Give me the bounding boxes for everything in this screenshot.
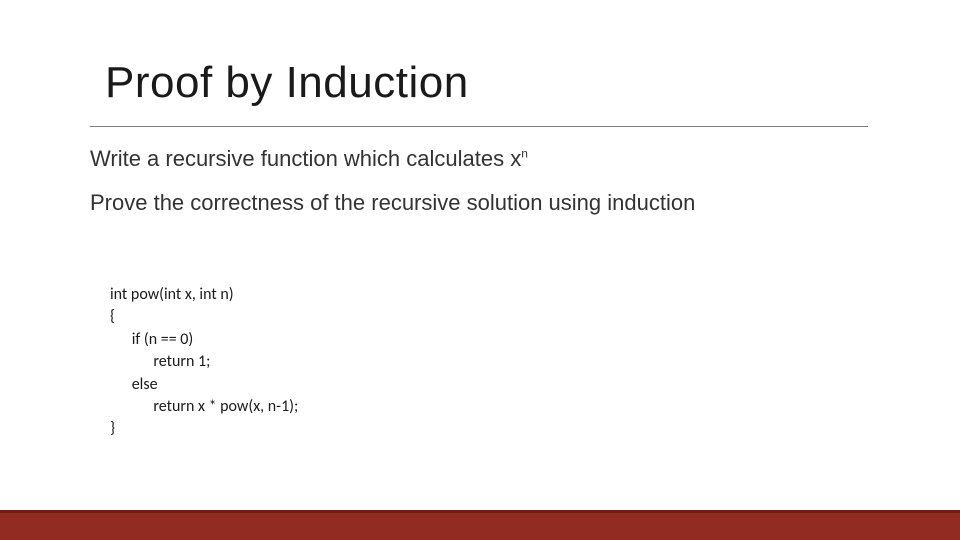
body-line-1: Write a recursive function which calcula…: [90, 146, 528, 172]
horizontal-rule: [90, 126, 868, 127]
line1-text: Write a recursive function which calcula…: [90, 146, 521, 171]
slide-title: Proof by Induction: [105, 58, 469, 108]
code-block: int pow(int x, int n) { if (n == 0) retu…: [110, 284, 298, 441]
bottom-accent-bar: [0, 510, 960, 540]
body-line-2: Prove the correctness of the recursive s…: [90, 190, 695, 216]
line1-superscript: n: [521, 147, 528, 161]
slide: Proof by Induction Write a recursive fun…: [0, 0, 960, 540]
